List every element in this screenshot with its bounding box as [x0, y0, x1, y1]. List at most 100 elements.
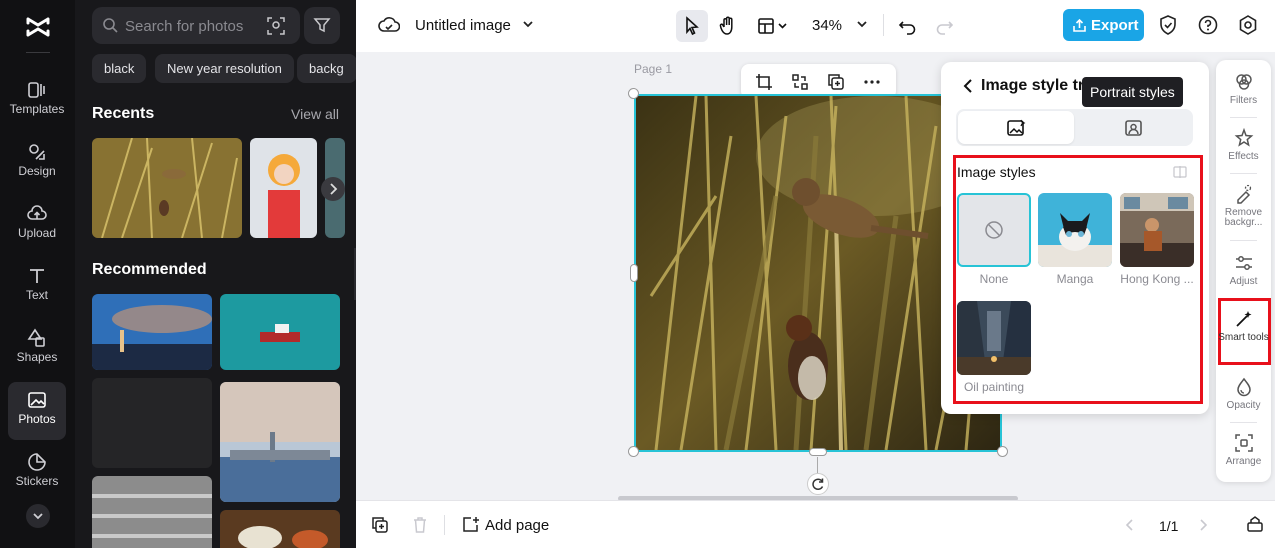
photos-panel: Search for photos black New year resolut… — [75, 0, 356, 548]
search-chip[interactable]: black — [92, 54, 147, 83]
recommended-photo[interactable] — [92, 378, 212, 468]
recommended-photo[interactable] — [220, 510, 340, 548]
compare-icon[interactable] — [1173, 165, 1187, 179]
rail-item-design[interactable]: Design — [8, 134, 66, 192]
bird-grass-thumbnail — [92, 138, 242, 238]
recents-next-button[interactable] — [321, 177, 345, 201]
layout-icon — [758, 18, 787, 34]
upload-icon — [27, 205, 47, 220]
capcut-logo[interactable] — [24, 13, 52, 41]
recommended-photo[interactable] — [92, 476, 212, 548]
recent-photo[interactable] — [250, 138, 317, 238]
more-options-icon[interactable] — [863, 73, 881, 91]
page-label: Page 1 — [634, 62, 673, 76]
duplicate-page-icon[interactable] — [371, 516, 389, 534]
image-search-icon[interactable] — [266, 16, 286, 36]
resize-handle[interactable] — [628, 446, 639, 457]
redo-icon — [936, 21, 954, 35]
layout-menu-button[interactable] — [752, 10, 794, 42]
text-icon — [30, 269, 44, 283]
style-tile-none[interactable] — [957, 193, 1031, 267]
rail-item-shapes[interactable]: Shapes — [8, 320, 66, 378]
top-bar: Untitled image 34% Export — [356, 0, 1275, 52]
add-page-icon — [463, 517, 479, 532]
filters-icon — [1235, 74, 1252, 90]
tool-filters[interactable]: Filters — [1216, 72, 1271, 106]
tool-smart-tools[interactable]: Smart tools — [1216, 309, 1271, 343]
undo-button[interactable] — [892, 10, 924, 42]
tool-opacity[interactable]: Opacity — [1216, 377, 1271, 411]
add-page-button[interactable]: Add page — [460, 513, 554, 537]
pages-panel-icon[interactable] — [1246, 515, 1264, 533]
portrait-styles-tab[interactable] — [1076, 111, 1191, 144]
previous-page-icon[interactable] — [1123, 517, 1137, 533]
recents-title: Recents — [92, 105, 155, 122]
zoom-level[interactable]: 34% — [812, 17, 842, 34]
hong-kong-thumbnail — [1120, 193, 1194, 267]
redo-button[interactable] — [928, 10, 960, 42]
tool-label: Opacity — [1226, 400, 1261, 411]
rail-item-stickers[interactable]: Stickers — [8, 444, 66, 502]
tool-label: Effects — [1228, 151, 1259, 162]
dark-texture-thumbnail — [92, 378, 212, 468]
shield-icon[interactable] — [1157, 14, 1179, 36]
export-button[interactable]: Export — [1063, 9, 1144, 41]
undo-icon — [898, 21, 916, 35]
recommended-photo[interactable] — [220, 382, 340, 502]
tool-arrange[interactable]: Arrange — [1216, 433, 1271, 467]
tool-divider — [1230, 173, 1257, 174]
image-styles-tab[interactable] — [958, 111, 1074, 144]
image-styles-title: Image styles — [957, 164, 1036, 180]
chevron-down-icon[interactable] — [855, 17, 869, 31]
trash-icon[interactable] — [411, 516, 429, 534]
filter-button[interactable] — [304, 7, 340, 44]
next-page-icon[interactable] — [1196, 517, 1210, 533]
more-tools-button[interactable] — [26, 504, 50, 528]
tool-adjust[interactable]: Adjust — [1216, 253, 1271, 287]
city-sky-thumbnail — [92, 294, 212, 370]
settings-icon[interactable] — [1237, 14, 1259, 36]
resize-handle[interactable] — [628, 88, 639, 99]
rail-item-text[interactable]: Text — [8, 258, 66, 316]
boat-sea-thumbnail — [220, 294, 340, 370]
chevron-down-icon[interactable] — [521, 17, 535, 31]
tool-effects[interactable]: Effects — [1216, 128, 1271, 162]
rail-item-templates[interactable]: Templates — [8, 72, 66, 130]
skyline-thumbnail — [220, 382, 340, 502]
select-tool-button[interactable] — [676, 10, 708, 42]
design-icon — [29, 144, 45, 160]
search-chip[interactable]: New year resolution — [155, 54, 294, 83]
resize-handle[interactable] — [630, 264, 638, 282]
document-title[interactable]: Untitled image — [415, 17, 511, 34]
add-page-label: Add page — [485, 517, 550, 534]
adjust-icon — [1235, 256, 1252, 270]
recommended-photo[interactable] — [220, 294, 340, 370]
search-input[interactable]: Search for photos — [92, 7, 300, 44]
help-icon[interactable] — [1197, 14, 1219, 36]
crop-icon[interactable] — [755, 73, 773, 91]
recent-photo[interactable] — [92, 138, 242, 238]
style-tile-manga[interactable] — [1038, 193, 1112, 267]
duplicate-icon[interactable] — [827, 73, 845, 91]
tool-remove-background[interactable]: Remove backgr... — [1216, 184, 1271, 228]
tool-label: Remove backgr... — [1224, 207, 1263, 228]
rotate-handle[interactable] — [807, 473, 829, 495]
recommended-photo[interactable] — [92, 294, 212, 370]
style-tile-oil-painting[interactable] — [957, 301, 1031, 375]
rail-divider — [26, 52, 50, 53]
hand-tool-button[interactable] — [712, 10, 744, 42]
export-icon — [1073, 18, 1086, 32]
rail-item-photos[interactable]: Photos — [8, 382, 66, 440]
replace-icon[interactable] — [791, 73, 809, 91]
search-chip[interactable]: backg — [297, 54, 356, 83]
resize-handle[interactable] — [997, 446, 1008, 457]
resize-handle[interactable] — [809, 448, 827, 456]
no-style-icon — [985, 221, 1003, 239]
chevron-down-icon — [33, 513, 43, 520]
back-arrow-icon[interactable] — [961, 78, 975, 94]
style-tile-hong-kong[interactable] — [1120, 193, 1194, 267]
cloud-icon[interactable] — [378, 15, 400, 35]
bottom-divider — [444, 515, 445, 535]
view-all-link[interactable]: View all — [291, 106, 339, 122]
rail-item-upload[interactable]: Upload — [8, 196, 66, 254]
